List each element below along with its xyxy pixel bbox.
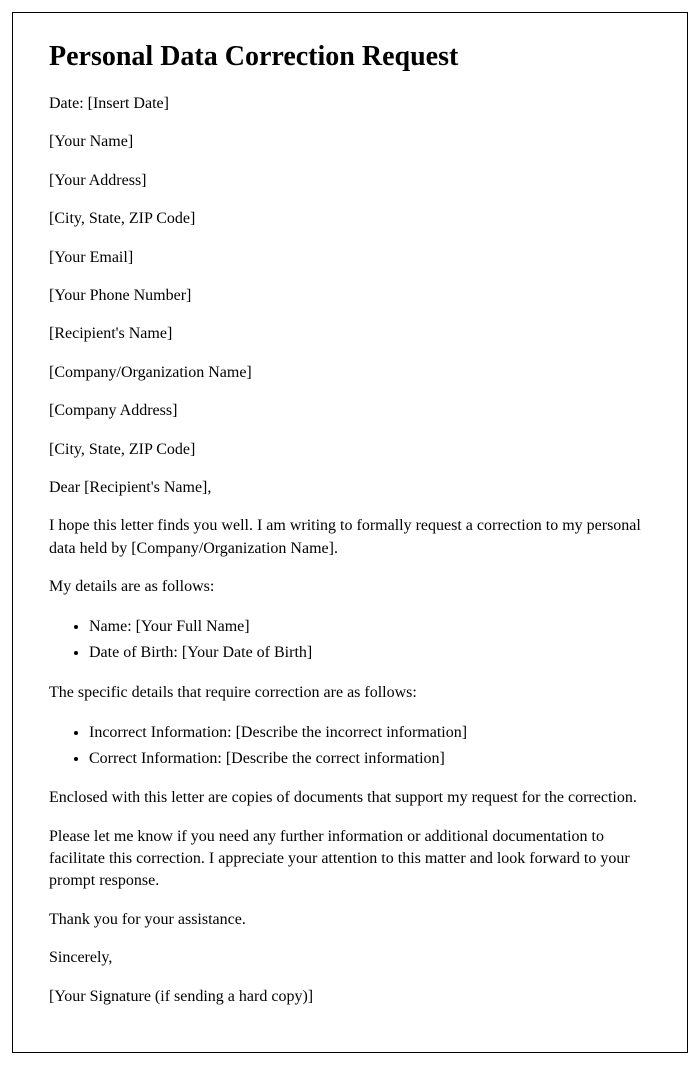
sender-phone: [Your Phone Number]	[49, 285, 651, 307]
sender-name: [Your Name]	[49, 131, 651, 153]
salutation: Dear [Recipient's Name],	[49, 477, 651, 499]
details-intro: My details are as follows:	[49, 576, 651, 598]
document-title: Personal Data Correction Request	[49, 41, 651, 73]
company-address: [Company Address]	[49, 400, 651, 422]
correct-info: Correct Information: [Describe the corre…	[89, 746, 651, 772]
company-name: [Company/Organization Name]	[49, 362, 651, 384]
detail-name: Name: [Your Full Name]	[89, 614, 651, 640]
date-line: Date: [Insert Date]	[49, 93, 651, 115]
sender-city: [City, State, ZIP Code]	[49, 208, 651, 230]
corrections-list: Incorrect Information: [Describe the inc…	[89, 720, 651, 771]
recipient-name: [Recipient's Name]	[49, 323, 651, 345]
sender-email: [Your Email]	[49, 247, 651, 269]
details-list: Name: [Your Full Name] Date of Birth: [Y…	[89, 614, 651, 665]
signature-line: [Your Signature (if sending a hard copy)…	[49, 986, 651, 1008]
followup-paragraph: Please let me know if you need any furth…	[49, 826, 651, 893]
document-container: Personal Data Correction Request Date: […	[12, 12, 688, 1053]
sender-address: [Your Address]	[49, 170, 651, 192]
thanks-paragraph: Thank you for your assistance.	[49, 909, 651, 931]
closing-sincerely: Sincerely,	[49, 947, 651, 969]
incorrect-info: Incorrect Information: [Describe the inc…	[89, 720, 651, 746]
detail-dob: Date of Birth: [Your Date of Birth]	[89, 640, 651, 666]
correction-intro: The specific details that require correc…	[49, 682, 651, 704]
intro-paragraph: I hope this letter finds you well. I am …	[49, 515, 651, 560]
company-city: [City, State, ZIP Code]	[49, 439, 651, 461]
enclosure-paragraph: Enclosed with this letter are copies of …	[49, 787, 651, 809]
